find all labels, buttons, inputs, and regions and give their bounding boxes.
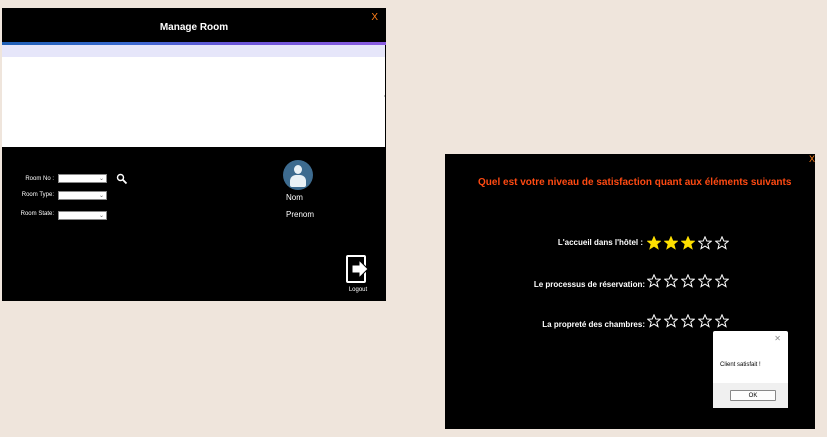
rating-stars-accueil[interactable]	[647, 236, 729, 250]
star-empty-icon[interactable]	[681, 314, 695, 328]
chevron-down-icon: ⌄	[98, 213, 104, 219]
user-prenom: Prenom	[286, 210, 315, 219]
rating-stars-proprete[interactable]	[647, 314, 729, 328]
star-empty-icon[interactable]	[715, 274, 729, 288]
grid-scrollbar[interactable]	[384, 95, 385, 97]
star-empty-icon[interactable]	[698, 314, 712, 328]
room-no-combobox[interactable]: ⌄	[58, 174, 107, 183]
star-filled-icon[interactable]	[664, 236, 678, 250]
star-empty-icon[interactable]	[647, 274, 661, 288]
rooms-data-grid[interactable]	[2, 45, 385, 147]
star-empty-icon[interactable]	[647, 314, 661, 328]
user-nom: Nom	[286, 193, 303, 202]
close-button[interactable]: X	[809, 154, 815, 164]
satisfaction-question: Quel est votre niveau de satisfaction qu…	[478, 177, 792, 188]
logout-label: Logout	[348, 287, 368, 293]
user-avatar-icon	[283, 160, 313, 190]
chevron-down-icon: ⌄	[98, 176, 104, 182]
star-empty-icon[interactable]	[715, 314, 729, 328]
star-empty-icon[interactable]	[698, 274, 712, 288]
message-footer: OK	[713, 383, 788, 408]
star-empty-icon[interactable]	[681, 274, 695, 288]
message-box: ✕ Client satisfait ! OK	[713, 331, 788, 408]
star-filled-icon[interactable]	[647, 236, 661, 250]
star-empty-icon[interactable]	[664, 274, 678, 288]
rating-label-reservation: Le processus de réservation:	[533, 280, 645, 289]
close-button[interactable]: X	[371, 12, 378, 23]
star-filled-icon[interactable]	[681, 236, 695, 250]
star-empty-icon[interactable]	[715, 236, 729, 250]
room-no-label: Room No :	[25, 176, 54, 182]
rating-label-proprete: La propreté des chambres:	[542, 320, 645, 329]
close-icon[interactable]: ✕	[774, 334, 781, 343]
chevron-down-icon: ⌄	[98, 193, 104, 199]
room-state-label: Room State:	[20, 211, 54, 217]
message-text: Client satisfait !	[720, 362, 761, 368]
ok-button[interactable]: OK	[730, 390, 776, 401]
logout-icon[interactable]	[346, 255, 370, 283]
window-title: Manage Room	[159, 22, 229, 33]
room-type-label: Room Type:	[21, 192, 54, 198]
search-icon[interactable]	[116, 172, 128, 185]
star-empty-icon[interactable]	[698, 236, 712, 250]
rating-stars-reservation[interactable]	[647, 274, 729, 288]
room-state-combobox[interactable]: ⌄	[58, 211, 107, 220]
star-empty-icon[interactable]	[664, 314, 678, 328]
manage-room-window: Manage Room X Room No : ⌄ Room Type: ⌄ R…	[2, 8, 386, 301]
rating-label-accueil: L'accueil dans l'hôtel :	[557, 238, 643, 247]
grid-header	[2, 45, 385, 57]
room-type-combobox[interactable]: ⌄	[58, 191, 107, 200]
